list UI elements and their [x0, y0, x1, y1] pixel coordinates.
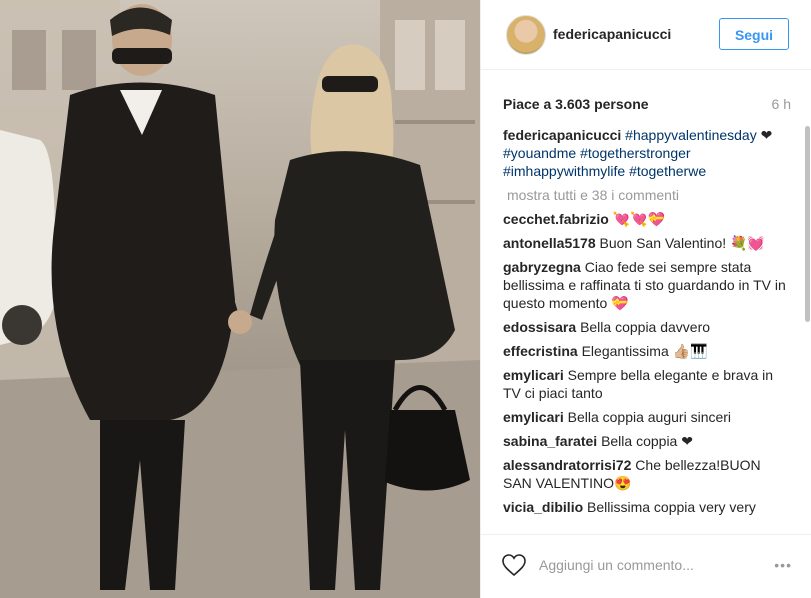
comment-item: sabina_faratei Bella coppia ❤: [503, 432, 786, 450]
hashtag[interactable]: #togetherwe: [629, 163, 706, 179]
hashtag[interactable]: #happyvalentinesday: [625, 127, 757, 143]
post-header: federicapanicucci Segui: [481, 0, 811, 70]
photo-illustration: [0, 0, 480, 598]
follow-button[interactable]: Segui: [719, 18, 789, 50]
comment-user[interactable]: antonella5178: [503, 235, 596, 251]
comment-text: Bella coppia davvero: [580, 319, 711, 335]
author-username[interactable]: federicapanicucci: [553, 26, 671, 42]
comment-user[interactable]: vicia_dibilio: [503, 499, 583, 515]
caption-user[interactable]: federicapanicucci: [503, 127, 621, 143]
comment-user[interactable]: edossisara: [503, 319, 576, 335]
add-comment-input[interactable]: Aggiungi un commento...: [539, 557, 694, 573]
comment-text: Bellissima coppia very very: [587, 499, 756, 515]
hashtag[interactable]: #youandme: [503, 145, 576, 161]
comment-user[interactable]: alessandratorrisi72: [503, 457, 631, 473]
show-all-comments-link[interactable]: mostra tutti e 38 i commenti: [507, 186, 786, 204]
comments-list[interactable]: federicapanicucci #happyvalentinesday ❤ …: [503, 126, 786, 526]
post-side-panel: federicapanicucci Segui Piace a 3.603 pe…: [480, 0, 811, 598]
comment-item: antonella5178 Buon San Valentino! 💐💓: [503, 234, 786, 252]
comment-user[interactable]: gabryzegna: [503, 259, 581, 275]
comment-user[interactable]: sabina_faratei: [503, 433, 597, 449]
comment-text: Bella coppia ❤: [601, 433, 693, 449]
comment-item: emylicari Sempre bella elegante e brava …: [503, 366, 786, 402]
hashtag[interactable]: #togetherstronger: [580, 145, 691, 161]
comment-text: Buon San Valentino! 💐💓: [599, 235, 765, 251]
post-footer: Aggiungi un commento... •••: [481, 534, 811, 598]
comment-text: Elegantissima 👍🏼🎹: [581, 343, 708, 359]
comment-user[interactable]: emylicari: [503, 367, 564, 383]
ellipsis-icon[interactable]: •••: [774, 557, 792, 573]
instagram-post-modal: federicapanicucci Segui Piace a 3.603 pe…: [0, 0, 811, 598]
comment-user[interactable]: effecristina: [503, 343, 578, 359]
comment-item: cecchet.fabrizio 💘💘💝: [503, 210, 786, 228]
avatar[interactable]: [506, 15, 546, 55]
post-time[interactable]: 6 h: [772, 96, 791, 112]
hashtag[interactable]: #imhappywithmylife: [503, 163, 625, 179]
comment-item: alessandratorrisi72 Che bellezza!BUON SA…: [503, 456, 786, 492]
comments-scrollbar[interactable]: [805, 126, 810, 322]
comment-user[interactable]: emylicari: [503, 409, 564, 425]
caption: federicapanicucci #happyvalentinesday ❤ …: [503, 126, 786, 180]
heart-glyph: ❤: [760, 127, 773, 143]
comment-item: gabryzegna Ciao fede sei sempre stata be…: [503, 258, 786, 312]
comment-item: emylicari Bella coppia auguri sinceri: [503, 408, 786, 426]
comment-text: 💘💘💝: [612, 211, 666, 227]
comment-text: Bella coppia auguri sinceri: [567, 409, 732, 425]
heart-outline-icon[interactable]: [501, 553, 527, 577]
likes-count[interactable]: Piace a 3.603 persone: [503, 96, 649, 112]
comment-item: edossisara Bella coppia davvero: [503, 318, 786, 336]
comment-item: effecristina Elegantissima 👍🏼🎹: [503, 342, 786, 360]
comment-user[interactable]: cecchet.fabrizio: [503, 211, 609, 227]
post-photo[interactable]: [0, 0, 480, 598]
comment-item: vicia_dibilio Bellissima coppia very ver…: [503, 498, 786, 516]
